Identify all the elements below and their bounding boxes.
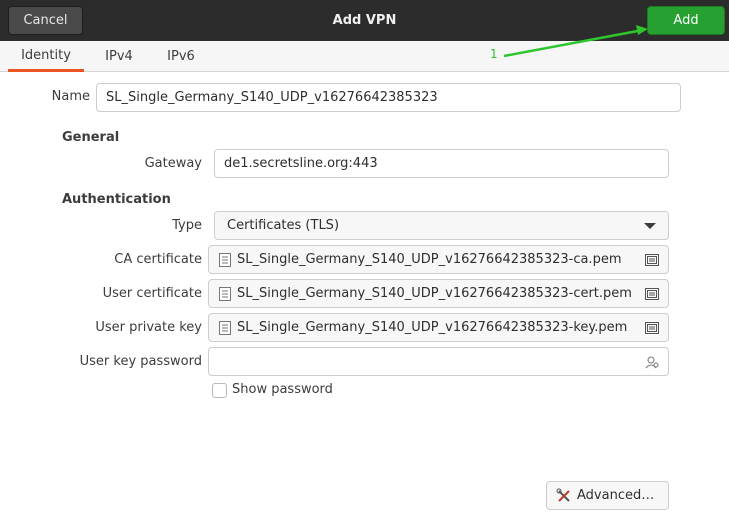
authentication-heading: Authentication <box>62 192 171 207</box>
gateway-input[interactable]: de1.secretsline.org:443 <box>214 149 669 178</box>
wrench-screwdriver-icon <box>556 488 572 504</box>
type-value: Certificates (TLS) <box>227 218 340 233</box>
document-icon <box>219 320 231 335</box>
ca-certificate-chooser[interactable]: SL_Single_Germany_S140_UDP_v162766423853… <box>208 245 669 274</box>
user-private-key-label: User private key <box>95 320 202 335</box>
annotation-arrow <box>503 25 648 58</box>
advanced-button[interactable]: Advanced… <box>546 481 669 510</box>
annotation-number: 1 <box>490 47 498 61</box>
password-user-icon[interactable] <box>644 354 660 370</box>
user-certificate-label: User certificate <box>102 286 202 301</box>
ca-certificate-value: SL_Single_Germany_S140_UDP_v162766423853… <box>237 252 622 267</box>
name-input[interactable]: SL_Single_Germany_S140_UDP_v162766423853… <box>96 83 681 112</box>
gateway-label: Gateway <box>144 156 202 171</box>
file-chooser-icon[interactable] <box>644 252 660 268</box>
document-icon <box>219 252 231 267</box>
dropdown-arrow-icon <box>644 223 656 229</box>
type-dropdown[interactable]: Certificates (TLS) <box>214 211 669 240</box>
show-password-label[interactable]: Show password <box>232 382 333 397</box>
file-chooser-icon[interactable] <box>644 320 660 336</box>
user-certificate-chooser[interactable]: SL_Single_Germany_S140_UDP_v162766423853… <box>208 279 669 308</box>
user-private-key-value: SL_Single_Germany_S140_UDP_v162766423853… <box>237 320 628 335</box>
user-key-password-label: User key password <box>79 354 202 369</box>
ca-certificate-label: CA certificate <box>114 252 202 267</box>
user-private-key-chooser[interactable]: SL_Single_Germany_S140_UDP_v162766423853… <box>208 313 669 342</box>
file-chooser-icon[interactable] <box>644 286 660 302</box>
advanced-label: Advanced… <box>577 488 655 503</box>
user-key-password-input[interactable] <box>208 347 669 376</box>
user-certificate-value: SL_Single_Germany_S140_UDP_v162766423853… <box>237 286 632 301</box>
document-icon <box>219 286 231 301</box>
name-label: Name <box>51 89 90 104</box>
type-label: Type <box>172 218 202 233</box>
general-heading: General <box>62 130 120 145</box>
show-password-checkbox[interactable] <box>212 383 227 398</box>
